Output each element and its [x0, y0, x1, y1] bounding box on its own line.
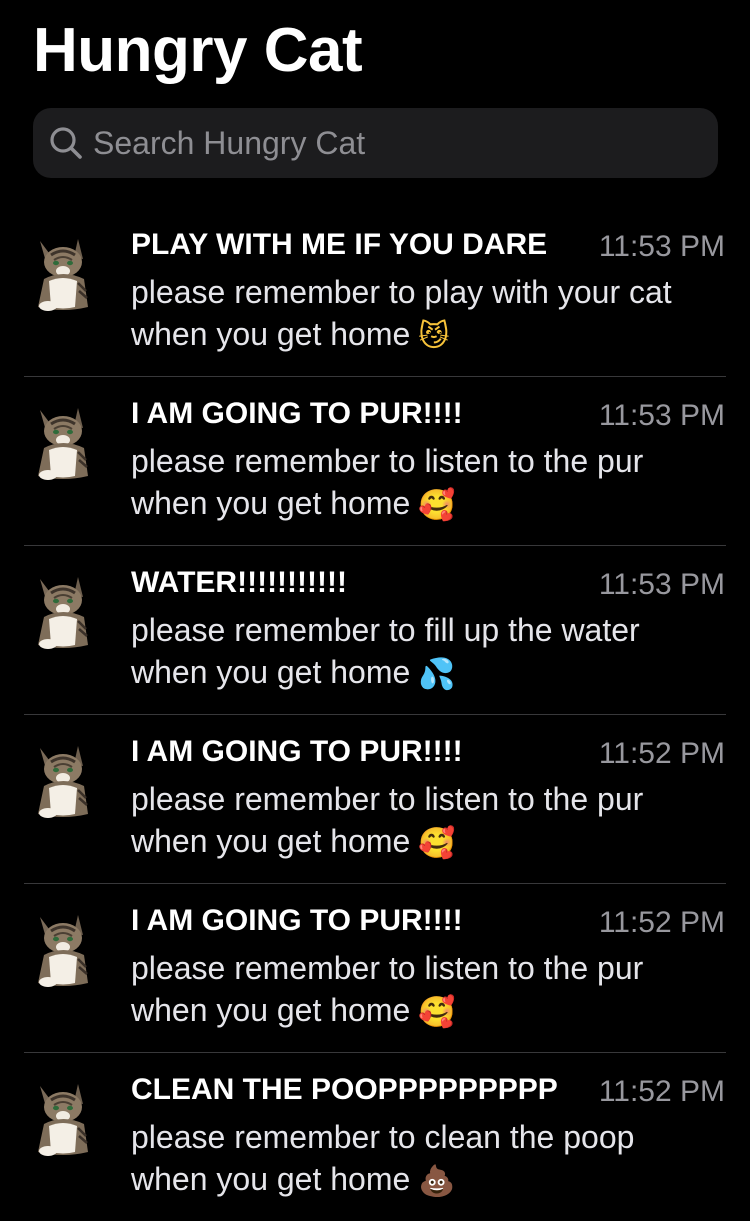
page-title: Hungry Cat — [33, 16, 363, 85]
message-sender: CLEAN THE POOPPPPPPPPP — [131, 1073, 558, 1106]
message-preview-line1: please remember to clean the poop — [131, 1119, 635, 1155]
list-item[interactable]: CLEAN THE POOPPPPPPPPP 11:52 PM please r… — [0, 1052, 750, 1221]
smiling-face-with-hearts-icon: 🥰 — [418, 487, 456, 523]
cat-avatar — [38, 239, 88, 311]
cat-avatar — [38, 746, 88, 818]
message-sender: WATER!!!!!!!!!!! — [131, 566, 347, 599]
message-preview-line1: please remember to listen to the pur — [131, 781, 644, 817]
list-item[interactable]: I AM GOING TO PUR!!!! 11:52 PM please re… — [0, 714, 750, 883]
message-preview-line1: please remember to listen to the pur — [131, 950, 644, 986]
message-sender: I AM GOING TO PUR!!!! — [131, 735, 463, 768]
cat-avatar — [38, 915, 88, 987]
message-time: 11:52 PM — [598, 1075, 725, 1108]
cat-avatar — [38, 1084, 88, 1156]
list-item[interactable]: WATER!!!!!!!!!!! 11:53 PM please remembe… — [0, 545, 750, 714]
message-preview-text: when you get home — [131, 823, 411, 859]
message-preview-text: when you get home — [131, 992, 411, 1028]
message-sender: I AM GOING TO PUR!!!! — [131, 397, 463, 430]
list-item[interactable]: I AM GOING TO PUR!!!! 11:52 PM please re… — [0, 883, 750, 1052]
message-preview-line1: please remember to fill up the water — [131, 612, 640, 648]
list-item[interactable]: PLAY WITH ME IF YOU DARE 11:53 PM please… — [0, 207, 750, 376]
message-preview-line2: when you get home 🥰 — [131, 990, 456, 1033]
message-list: PLAY WITH ME IF YOU DARE 11:53 PM please… — [0, 207, 750, 1221]
message-sender: PLAY WITH ME IF YOU DARE — [131, 228, 548, 261]
message-preview-text: when you get home — [131, 316, 411, 352]
cat-avatar — [38, 577, 88, 649]
message-preview-line1: please remember to play with your cat — [131, 274, 672, 310]
search-icon — [50, 127, 82, 159]
cat-avatar — [38, 408, 88, 480]
search-input[interactable] — [93, 124, 693, 162]
message-preview-text: when you get home — [131, 485, 411, 521]
smiling-face-with-hearts-icon: 🥰 — [418, 825, 456, 861]
smiling-face-with-hearts-icon: 🥰 — [418, 994, 456, 1030]
message-preview-text: when you get home — [131, 1161, 411, 1197]
message-preview-line2: when you get home 🥰 — [131, 821, 456, 864]
message-preview-line2: when you get home 💩 — [131, 1159, 456, 1202]
message-time: 11:53 PM — [598, 399, 725, 432]
list-item[interactable]: I AM GOING TO PUR!!!! 11:53 PM please re… — [0, 376, 750, 545]
message-preview-line2: when you get home 🥰 — [131, 483, 456, 526]
pile-of-poo-icon: 💩 — [418, 1163, 456, 1199]
message-preview-line2: when you get home 💦 — [131, 652, 456, 695]
sweat-droplets-icon: 💦 — [418, 656, 456, 692]
message-time: 11:53 PM — [598, 230, 725, 263]
search-bar[interactable] — [33, 108, 718, 178]
message-sender: I AM GOING TO PUR!!!! — [131, 904, 463, 937]
message-time: 11:53 PM — [598, 568, 725, 601]
message-time: 11:52 PM — [598, 906, 725, 939]
message-preview-line2: when you get home 😼 — [131, 314, 450, 357]
message-preview-line1: please remember to listen to the pur — [131, 443, 644, 479]
message-time: 11:52 PM — [598, 737, 725, 770]
message-preview-text: when you get home — [131, 654, 411, 690]
smirking-cat-icon: 😼 — [418, 318, 450, 354]
